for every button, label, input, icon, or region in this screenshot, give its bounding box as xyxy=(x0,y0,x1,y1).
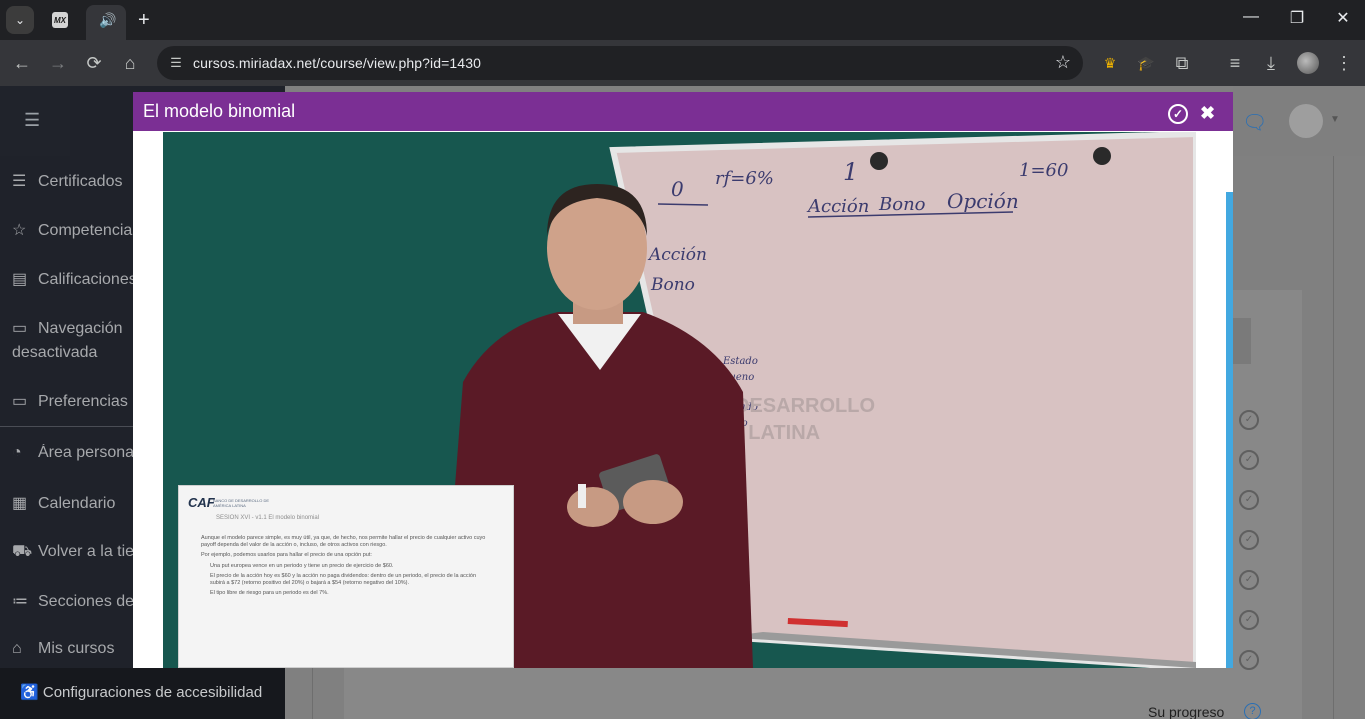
board-header: Bono xyxy=(878,194,926,215)
slide-body: Aunque el modelo parece simple, es muy ú… xyxy=(201,535,491,600)
chrome-menu-icon[interactable]: ⋮ xyxy=(1333,52,1355,74)
help-icon[interactable]: ? xyxy=(1244,703,1261,719)
close-icon[interactable]: ✖ xyxy=(1200,103,1215,124)
list-icon: ≔ xyxy=(12,593,28,610)
caf-logo-subtitle: BANCO DE DESARROLLO DE AMÉRICA LATINA xyxy=(213,498,270,508)
tab-favicon[interactable]: MX xyxy=(52,12,68,28)
presenter-hand xyxy=(623,480,683,524)
site-info-icon[interactable]: ☰ xyxy=(165,52,187,74)
hamburger-icon[interactable]: ☰ xyxy=(24,110,40,131)
download-icon[interactable]: ⤓ xyxy=(1260,52,1282,74)
browser-toolbar: ← → ⟳ ⌂ ☰ cursos.miriadax.net/course/vie… xyxy=(0,40,1365,86)
mortarboard-extension-icon[interactable]: 🎓 xyxy=(1135,52,1157,74)
chevron-down-icon[interactable]: ▼ xyxy=(1330,114,1340,125)
divider xyxy=(1333,156,1334,719)
new-tab-button[interactable]: + xyxy=(138,9,150,32)
board-number: 0 xyxy=(671,177,684,201)
close-window-button[interactable]: ✕ xyxy=(1331,8,1355,28)
underline xyxy=(657,203,709,206)
star-icon: ☆ xyxy=(12,222,27,239)
slide-sub-bullet: El tipo libre de riesgo para un periodo … xyxy=(210,590,329,597)
board-label: Acción xyxy=(647,245,707,265)
presenter-hand xyxy=(567,487,619,527)
calendar-icon: ▦ xyxy=(12,495,28,512)
folder-icon: ▭ xyxy=(12,393,28,410)
minimize-button[interactable]: — xyxy=(1239,8,1263,26)
restore-button[interactable]: ❐ xyxy=(1285,8,1309,28)
progress-label: Su progreso xyxy=(1148,704,1225,719)
modal-scrollbar[interactable] xyxy=(1226,192,1233,668)
modal-header: El modelo binomial ✓ ✖ xyxy=(133,92,1233,131)
board-number: 1 xyxy=(843,158,858,186)
completion-check-icon[interactable]: ✓ xyxy=(1239,490,1259,510)
board-header: Acción xyxy=(806,196,869,217)
slide-bullet: Por ejemplo, podemos usarlos para hallar… xyxy=(201,552,372,559)
bookmark-star-icon[interactable]: ☆ xyxy=(1055,52,1071,73)
mark-complete-icon[interactable]: ✓ xyxy=(1168,104,1188,124)
accessibility-icon: ♿ xyxy=(20,684,39,701)
slide-bullet: Aunque el modelo parece simple, es muy ú… xyxy=(201,535,486,549)
url-text[interactable]: cursos.miriadax.net/course/view.php?id=1… xyxy=(193,55,481,71)
completion-check-icon[interactable]: ✓ xyxy=(1239,450,1259,470)
forward-icon[interactable]: → xyxy=(47,52,69,74)
caf-logo: CAF xyxy=(188,495,215,510)
video-modal: El modelo binomial ✓ ✖ 0 rf=6% 1 1=60 Ac… xyxy=(133,92,1233,668)
board-header: Opción xyxy=(947,189,1019,213)
completion-check-icon[interactable]: ✓ xyxy=(1239,610,1259,630)
folder-icon: ▭ xyxy=(12,320,28,337)
reload-icon[interactable]: ⟳ xyxy=(83,52,105,74)
home-icon[interactable]: ⌂ xyxy=(119,52,141,74)
tab-strip: ⌄ MX 🔊 + — ❐ ✕ xyxy=(0,0,1365,40)
slide-sub-bullet: Una put europea vence en un periodo y ti… xyxy=(210,562,394,569)
board-note: Estado xyxy=(722,356,758,367)
lecture-slide: CAF BANCO DE DESARROLLO DE AMÉRICA LATIN… xyxy=(178,485,514,668)
watermark: DESARROLLO xyxy=(735,395,875,417)
completion-check-icon[interactable]: ✓ xyxy=(1239,570,1259,590)
address-bar[interactable]: ☰ cursos.miriadax.net/course/view.php?id… xyxy=(157,46,1083,80)
slide-sub-bullet: El precio de la acción hoy es $60 y la a… xyxy=(210,572,477,587)
courses-icon: ⌂ xyxy=(12,640,22,657)
board-label: Bono xyxy=(650,275,695,295)
magnet xyxy=(870,152,888,170)
crown-extension-icon[interactable]: ♛ xyxy=(1099,52,1121,74)
cart-icon: ⛟ xyxy=(12,543,33,560)
user-avatar[interactable] xyxy=(1289,104,1323,138)
slide-heading: SESION XVI - v1.1 El modelo binomial xyxy=(216,515,320,521)
accessibility-settings[interactable]: ♿ Configuraciones de accesibilidad xyxy=(0,668,285,719)
completion-check-icon[interactable]: ✓ xyxy=(1239,530,1259,550)
video-player[interactable]: 0 rf=6% 1 1=60 Acción Bono Opción Acción… xyxy=(163,132,1196,668)
audio-icon[interactable]: 🔊 xyxy=(99,12,116,29)
marker-pen xyxy=(578,484,586,508)
magnet xyxy=(1093,147,1111,165)
gradebook-icon: ▤ xyxy=(12,271,28,288)
media-control-icon[interactable]: ≡ xyxy=(1224,52,1246,74)
board-number: rf=6% xyxy=(715,168,774,189)
back-icon[interactable]: ← xyxy=(11,52,33,74)
chat-icon[interactable]: 🗨 xyxy=(1242,110,1267,135)
dashboard-icon: ◔ xyxy=(12,444,22,461)
tab-search-icon[interactable]: ⌄ xyxy=(6,6,34,34)
modal-title: El modelo binomial xyxy=(143,101,296,121)
certificate-icon: ☰ xyxy=(12,173,27,190)
completion-check-icon[interactable]: ✓ xyxy=(1239,410,1259,430)
extensions-puzzle-icon[interactable]: ⧉ xyxy=(1171,52,1193,74)
sidebar-header: ☰ xyxy=(0,86,70,156)
profile-avatar[interactable] xyxy=(1297,52,1319,74)
board-number: 1=60 xyxy=(1019,160,1068,181)
completion-check-icon[interactable]: ✓ xyxy=(1239,650,1259,670)
